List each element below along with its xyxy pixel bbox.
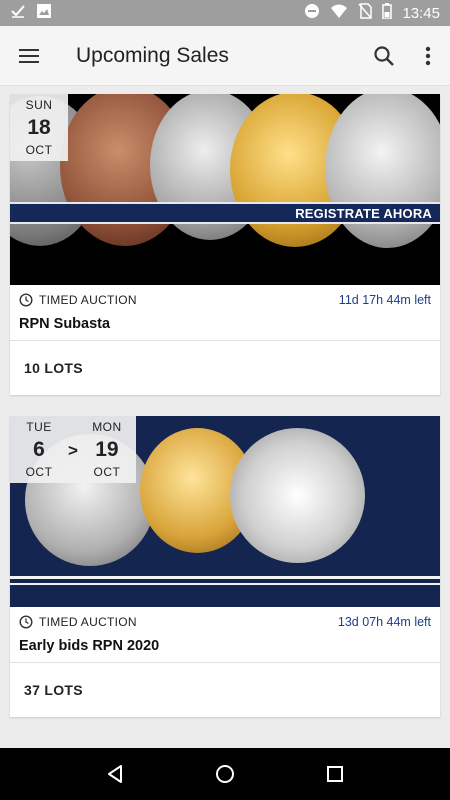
menu-button[interactable]: [0, 26, 58, 86]
check-icon: [10, 3, 26, 24]
auction-type: TIMED AUCTION: [39, 615, 137, 629]
status-bar: 13:45: [0, 0, 450, 26]
date-range-separator: >: [68, 440, 78, 460]
month: OCT: [25, 465, 53, 479]
image-icon: [36, 3, 52, 24]
day-of-week: SUN: [25, 98, 53, 112]
coin-image: [325, 94, 440, 248]
do-not-disturb-icon: [304, 3, 320, 24]
search-button[interactable]: [362, 26, 406, 86]
sales-list: REGISTRATE AHORA SUN 18 OCT TIMED AUCTIO…: [0, 86, 450, 748]
sale-banner-image[interactable]: TUE 6 OCT > MON 19 OCT: [10, 416, 440, 607]
banner-stripe: [10, 576, 440, 579]
lots-count[interactable]: 37 LOTS: [10, 663, 440, 717]
register-text: REGISTRATE AHORA: [295, 206, 432, 221]
day-of-week: TUE: [26, 420, 52, 434]
status-left: [10, 3, 52, 24]
day-number: 19: [95, 438, 119, 461]
sale-info[interactable]: TIMED AUCTION 11d 17h 44m left RPN Subas…: [10, 285, 440, 341]
sale-info[interactable]: TIMED AUCTION 13d 07h 44m left Early bid…: [10, 607, 440, 663]
sale-name: Early bids RPN 2020: [19, 638, 160, 654]
banner-stripe: [10, 583, 440, 585]
home-icon: [216, 765, 234, 783]
app-bar: Upcoming Sales: [0, 26, 450, 86]
back-button[interactable]: [95, 754, 135, 794]
home-button[interactable]: [205, 754, 245, 794]
clock-icon: [19, 615, 33, 629]
sale-card[interactable]: REGISTRATE AHORA SUN 18 OCT TIMED AUCTIO…: [10, 94, 440, 395]
sale-name: RPN Subasta: [19, 316, 111, 332]
day-number: 18: [27, 116, 51, 139]
register-banner: REGISTRATE AHORA: [10, 202, 440, 224]
back-icon: [108, 765, 122, 783]
auction-type: TIMED AUCTION: [39, 293, 137, 307]
status-right: 13:45: [304, 2, 440, 24]
more-options-button[interactable]: [406, 26, 450, 86]
day-of-week: MON: [92, 420, 122, 434]
system-nav-bar: [0, 748, 450, 800]
coin-image: [230, 428, 365, 563]
start-date: SUN 18 OCT: [10, 98, 68, 157]
day-number: 6: [33, 438, 45, 461]
month: OCT: [25, 143, 53, 157]
lots-count[interactable]: 10 LOTS: [10, 341, 440, 395]
date-badge: SUN 18 OCT: [10, 94, 68, 161]
clock-icon: [19, 293, 33, 307]
sale-card[interactable]: TUE 6 OCT > MON 19 OCT TIMED AUCTION 13d…: [10, 416, 440, 717]
search-icon: [374, 45, 394, 66]
status-time: 13:45: [402, 4, 440, 22]
battery-icon: [382, 2, 393, 24]
date-badge: TUE 6 OCT > MON 19 OCT: [10, 416, 136, 483]
recents-button[interactable]: [315, 754, 355, 794]
no-sim-icon: [358, 2, 373, 24]
page-title: Upcoming Sales: [76, 43, 229, 67]
time-left: 11d 17h 44m left: [338, 293, 431, 307]
start-date: TUE 6 OCT: [10, 420, 68, 479]
wifi-icon: [330, 3, 348, 24]
menu-icon: [19, 48, 39, 63]
recents-icon: [327, 766, 343, 782]
more-vert-icon: [425, 46, 431, 65]
sale-banner-image[interactable]: REGISTRATE AHORA SUN 18 OCT: [10, 94, 440, 285]
time-left: 13d 07h 44m left: [337, 615, 431, 629]
month: OCT: [93, 465, 121, 479]
end-date: MON 19 OCT: [78, 420, 136, 479]
